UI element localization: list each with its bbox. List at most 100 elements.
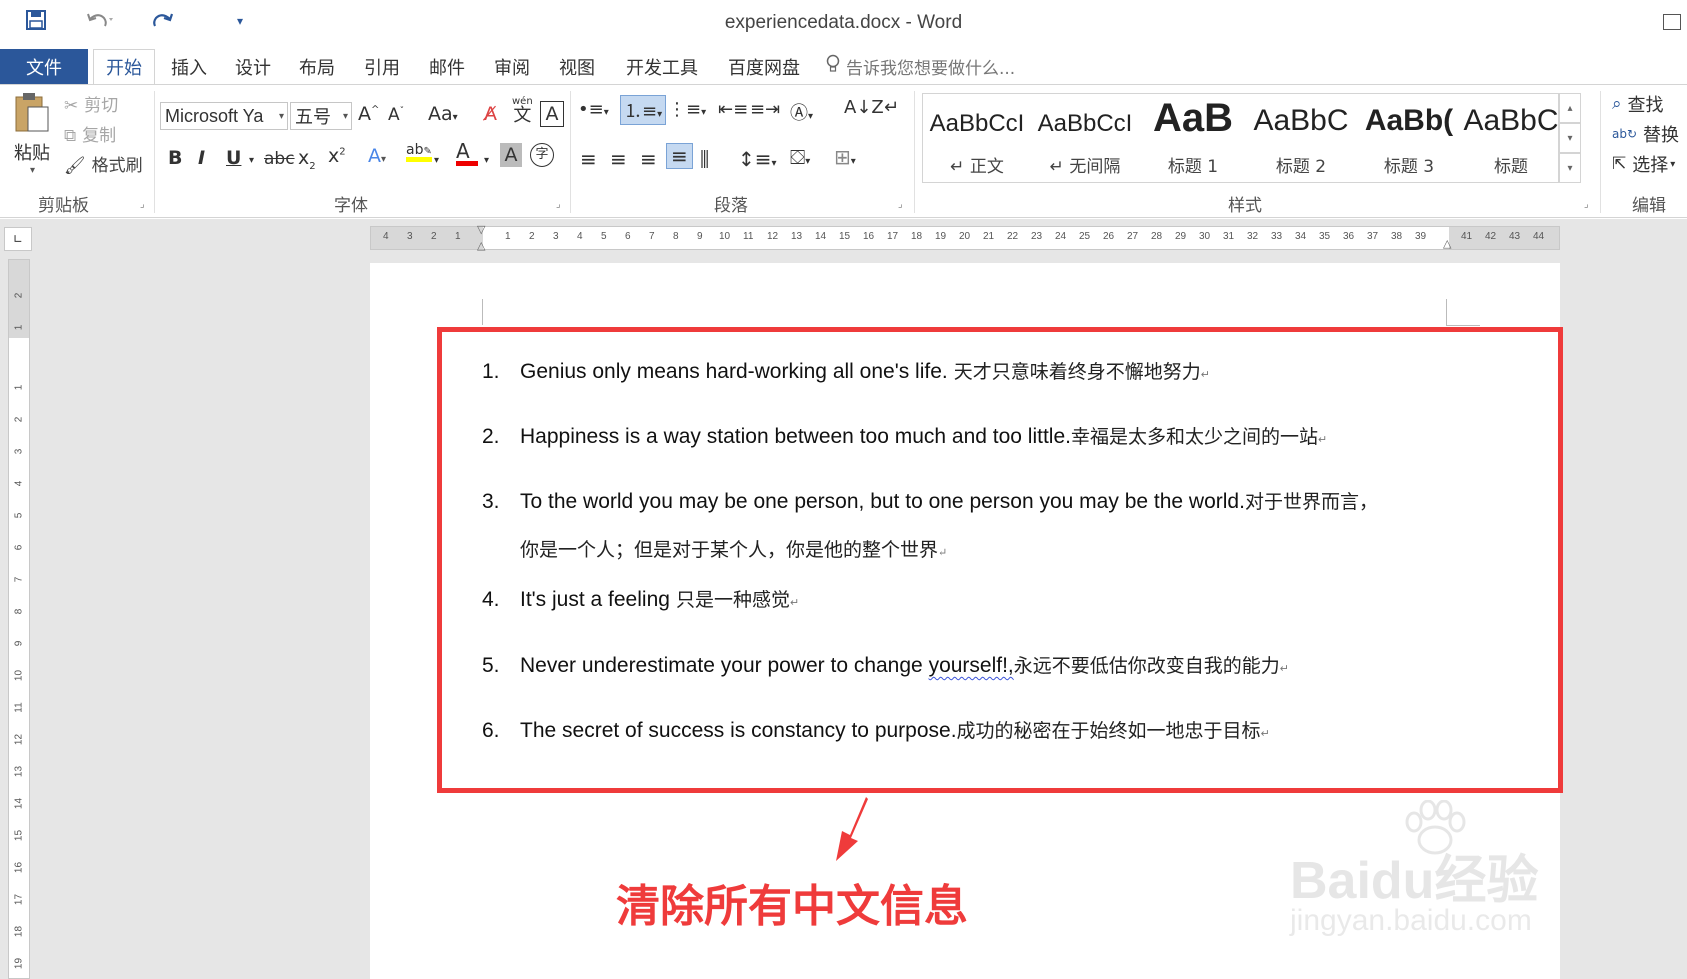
ruler-tick: 29 (1175, 231, 1187, 242)
subscript-button[interactable]: x2 (298, 147, 316, 172)
paragraph-launcher-icon[interactable]: ⌟ (898, 199, 903, 210)
paste-button[interactable]: 粘贴 ▾ (12, 91, 52, 176)
align-right-icon[interactable]: ≡ (640, 147, 657, 171)
clear-formatting-icon[interactable]: A̸ (484, 103, 497, 125)
underline-dropdown-icon[interactable]: ▾ (249, 155, 254, 166)
bullets-icon[interactable]: •≡▾ (578, 99, 609, 120)
clipboard-launcher-icon[interactable]: ⌟ (140, 199, 145, 210)
list-item[interactable]: 6. The secret of success is constancy to … (482, 716, 1270, 743)
highlight-color-icon[interactable]: ab✎ (406, 143, 432, 162)
right-indent-marker[interactable]: △ (1443, 237, 1451, 250)
list-item[interactable]: 3. To the world you may be one person, bu… (482, 487, 1378, 514)
tab-baidu-netdisk[interactable]: 百度网盘 (722, 49, 806, 84)
sort-icon[interactable]: A↓Z (844, 97, 884, 118)
tab-insert[interactable]: 插入 (162, 49, 216, 84)
italic-button[interactable]: I (198, 147, 205, 169)
line-spacing-icon[interactable]: ↕≡▾ (738, 147, 777, 171)
list-item[interactable]: 1. Genius only means hard-working all one… (482, 357, 1210, 384)
ruler-tick: 20 (959, 231, 971, 242)
superscript-button[interactable]: x2 (328, 145, 346, 167)
tab-mailings[interactable]: 邮件 (420, 49, 474, 84)
hanging-indent-marker[interactable]: △ (477, 239, 485, 252)
ruler-tick: 30 (1199, 231, 1211, 242)
styles-more-icon[interactable]: ▾ (1559, 153, 1581, 183)
list-item[interactable]: 2. Happiness is a way station between too… (482, 422, 1327, 449)
find-button[interactable]: ⌕ 查找 (1612, 91, 1664, 117)
tab-review[interactable]: 审阅 (485, 49, 539, 84)
text-effects-icon[interactable]: A▾ (368, 145, 386, 167)
first-line-indent-marker[interactable]: ▽ (477, 223, 485, 236)
style-heading-1[interactable]: AaB 标题 1 (1139, 94, 1247, 182)
tab-file[interactable]: 文件 (0, 49, 88, 84)
ruler-tick: 13 (791, 231, 803, 242)
font-color-icon[interactable]: A (456, 141, 478, 166)
increase-indent-icon[interactable]: ≡⇥ (750, 99, 780, 120)
justify-icon[interactable]: ≡ (666, 143, 693, 169)
paragraph-mark-icon: ↵ (1318, 434, 1328, 446)
align-left-icon[interactable]: ≡ (580, 147, 597, 171)
show-paragraph-marks-icon[interactable]: ↵ (884, 97, 899, 118)
list-item-continuation[interactable]: 你是一个人；但是对于某个人，你是他的整个世界↵ (520, 535, 947, 562)
list-item[interactable]: 5. Never underestimate your power to chan… (482, 651, 1289, 678)
style-heading-3[interactable]: AaBb( 标题 3 (1355, 94, 1463, 182)
tab-selector-icon[interactable]: ∟ (4, 227, 32, 251)
restore-window-button[interactable] (1663, 14, 1681, 30)
tab-layout[interactable]: 布局 (290, 49, 344, 84)
tell-me-box[interactable]: 告诉我您想要做什么... (826, 49, 1015, 84)
vertical-ruler[interactable]: 2 1 1 2 3 4 5 6 7 8 9 10 11 12 13 14 15 … (8, 259, 30, 979)
replace-button[interactable]: ab↻ 替换 (1612, 121, 1679, 147)
shading-icon[interactable]: ⛋▾ (790, 145, 810, 169)
distributed-icon[interactable]: ⫼ (700, 147, 709, 171)
ruler-tick: 10 (13, 669, 25, 682)
window-title: experiencedata.docx - Word (724, 12, 963, 33)
format-painter-button[interactable]: 🖌 格式刷 (64, 151, 143, 176)
tab-view[interactable]: 视图 (550, 49, 604, 84)
spelling-error-text[interactable]: yourself!, (929, 654, 1014, 677)
tab-home[interactable]: 开始 (93, 49, 155, 84)
numbering-icon[interactable]: ⒈≡▾ (620, 95, 667, 125)
copy-button[interactable]: ⧉ 复制 (64, 121, 116, 146)
ruler-tick: 1 (505, 231, 511, 242)
borders-icon[interactable]: ⊞▾ (834, 145, 856, 169)
change-case-button[interactable]: Aa▾ (428, 103, 458, 125)
english-text: Never underestimate your power to change (520, 654, 929, 677)
style-normal[interactable]: AaBbCcI ↵ 正文 (923, 94, 1031, 182)
english-text: Genius only means hard-working all one's… (520, 360, 948, 383)
styles-launcher-icon[interactable]: ⌟ (1584, 199, 1589, 210)
strikethrough-button[interactable]: abc (264, 149, 295, 169)
tab-developer[interactable]: 开发工具 (620, 49, 704, 84)
tab-design[interactable]: 设计 (226, 49, 280, 84)
list-item[interactable]: 4. It's just a feeling 只是一种感觉↵ (482, 585, 799, 612)
font-color-dropdown-icon[interactable]: ▾ (484, 155, 489, 166)
chinese-text: 成功的秘密在于始终如一地忠于目标 (956, 720, 1261, 742)
font-launcher-icon[interactable]: ⌟ (556, 199, 561, 210)
bold-button[interactable]: B (168, 147, 182, 169)
font-size-combo[interactable]: 五号 ▾ (290, 102, 352, 130)
grow-font-icon[interactable]: A^ (358, 103, 379, 125)
styles-scroll-down-icon[interactable]: ▾ (1559, 123, 1581, 153)
enclose-characters-icon[interactable]: 字 (530, 143, 554, 167)
highlight-dropdown-icon[interactable]: ▾ (434, 155, 439, 166)
style-title[interactable]: AaBbC 标题 (1463, 94, 1559, 182)
style-heading-2[interactable]: AaBbC 标题 2 (1247, 94, 1355, 182)
ruler-tick: 11 (13, 702, 25, 713)
underline-button[interactable]: U (226, 147, 241, 169)
phonetic-guide-icon[interactable]: wén 文 (512, 97, 533, 125)
style-no-spacing[interactable]: AaBbCcI ↵ 无间隔 (1031, 94, 1139, 182)
horizontal-ruler[interactable]: 4 3 2 1 1 2 3 4 5 6 7 8 9 10 11 12 13 14… (370, 223, 1560, 252)
font-name-combo[interactable]: Microsoft Ya ▾ (160, 102, 288, 130)
shrink-font-icon[interactable]: Aˇ (388, 105, 404, 125)
cut-button[interactable]: ✂ 剪切 (64, 91, 118, 116)
character-shading-icon[interactable]: A (500, 143, 522, 167)
select-button[interactable]: ⇱ 选择 ▾ (1612, 151, 1675, 177)
paste-dropdown-icon[interactable]: ▾ (30, 165, 52, 176)
tab-references[interactable]: 引用 (355, 49, 409, 84)
search-icon: ⌕ (1612, 94, 1622, 114)
asian-layout-icon[interactable]: Ⓐ▾ (790, 99, 813, 125)
styles-scroll-up-icon[interactable]: ▴ (1559, 93, 1581, 123)
decrease-indent-icon[interactable]: ⇤≡ (718, 99, 748, 120)
align-center-icon[interactable]: ≡ (610, 147, 627, 171)
multilevel-list-icon[interactable]: ⋮≡▾ (668, 99, 706, 120)
character-border-icon[interactable]: A (540, 101, 564, 127)
chinese-text: 你是一个人；但是对于某个人，你是他的整个世界 (520, 539, 939, 561)
